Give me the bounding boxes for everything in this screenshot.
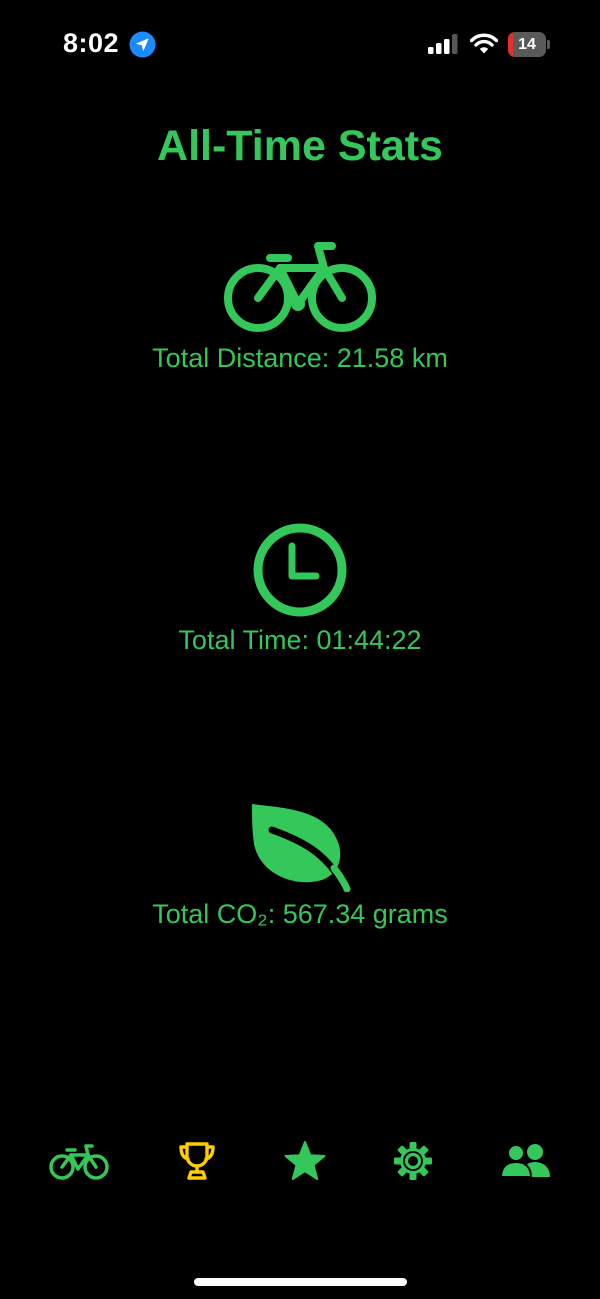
tab-rides[interactable] [44,1130,114,1192]
battery-level: 14 [518,36,536,53]
location-arrow-icon [129,31,156,58]
cellular-signal-icon [428,34,458,54]
gear-icon [394,1142,432,1180]
stat-total-time: Total Time: 01:44:22 [178,625,422,655]
battery-body: 14 [508,32,546,57]
stat-total-co2: Total CO₂: 567.34 grams [152,899,448,929]
battery-cap [547,40,550,49]
status-bar: 8:02 14 [0,0,600,90]
people-icon [500,1144,550,1178]
bicycle-icon [49,1144,109,1180]
clock-icon [253,523,347,617]
tab-favorites[interactable] [280,1130,330,1192]
status-time: 8:02 [63,28,120,58]
stat-total-distance: Total Distance: 21.58 km [152,343,448,373]
home-indicator[interactable] [194,1278,407,1286]
leaf-icon [252,804,351,892]
bicycle-icon [224,242,376,332]
tab-trophies[interactable] [172,1130,222,1192]
tab-friends[interactable] [496,1130,556,1192]
star-icon [284,1141,326,1180]
battery-icon: 14 [508,32,550,57]
tab-settings[interactable] [388,1130,438,1192]
trophy-icon [179,1142,215,1180]
wifi-icon [470,33,498,54]
page-title: All-Time Stats [157,122,443,170]
tab-bar [0,1130,600,1192]
